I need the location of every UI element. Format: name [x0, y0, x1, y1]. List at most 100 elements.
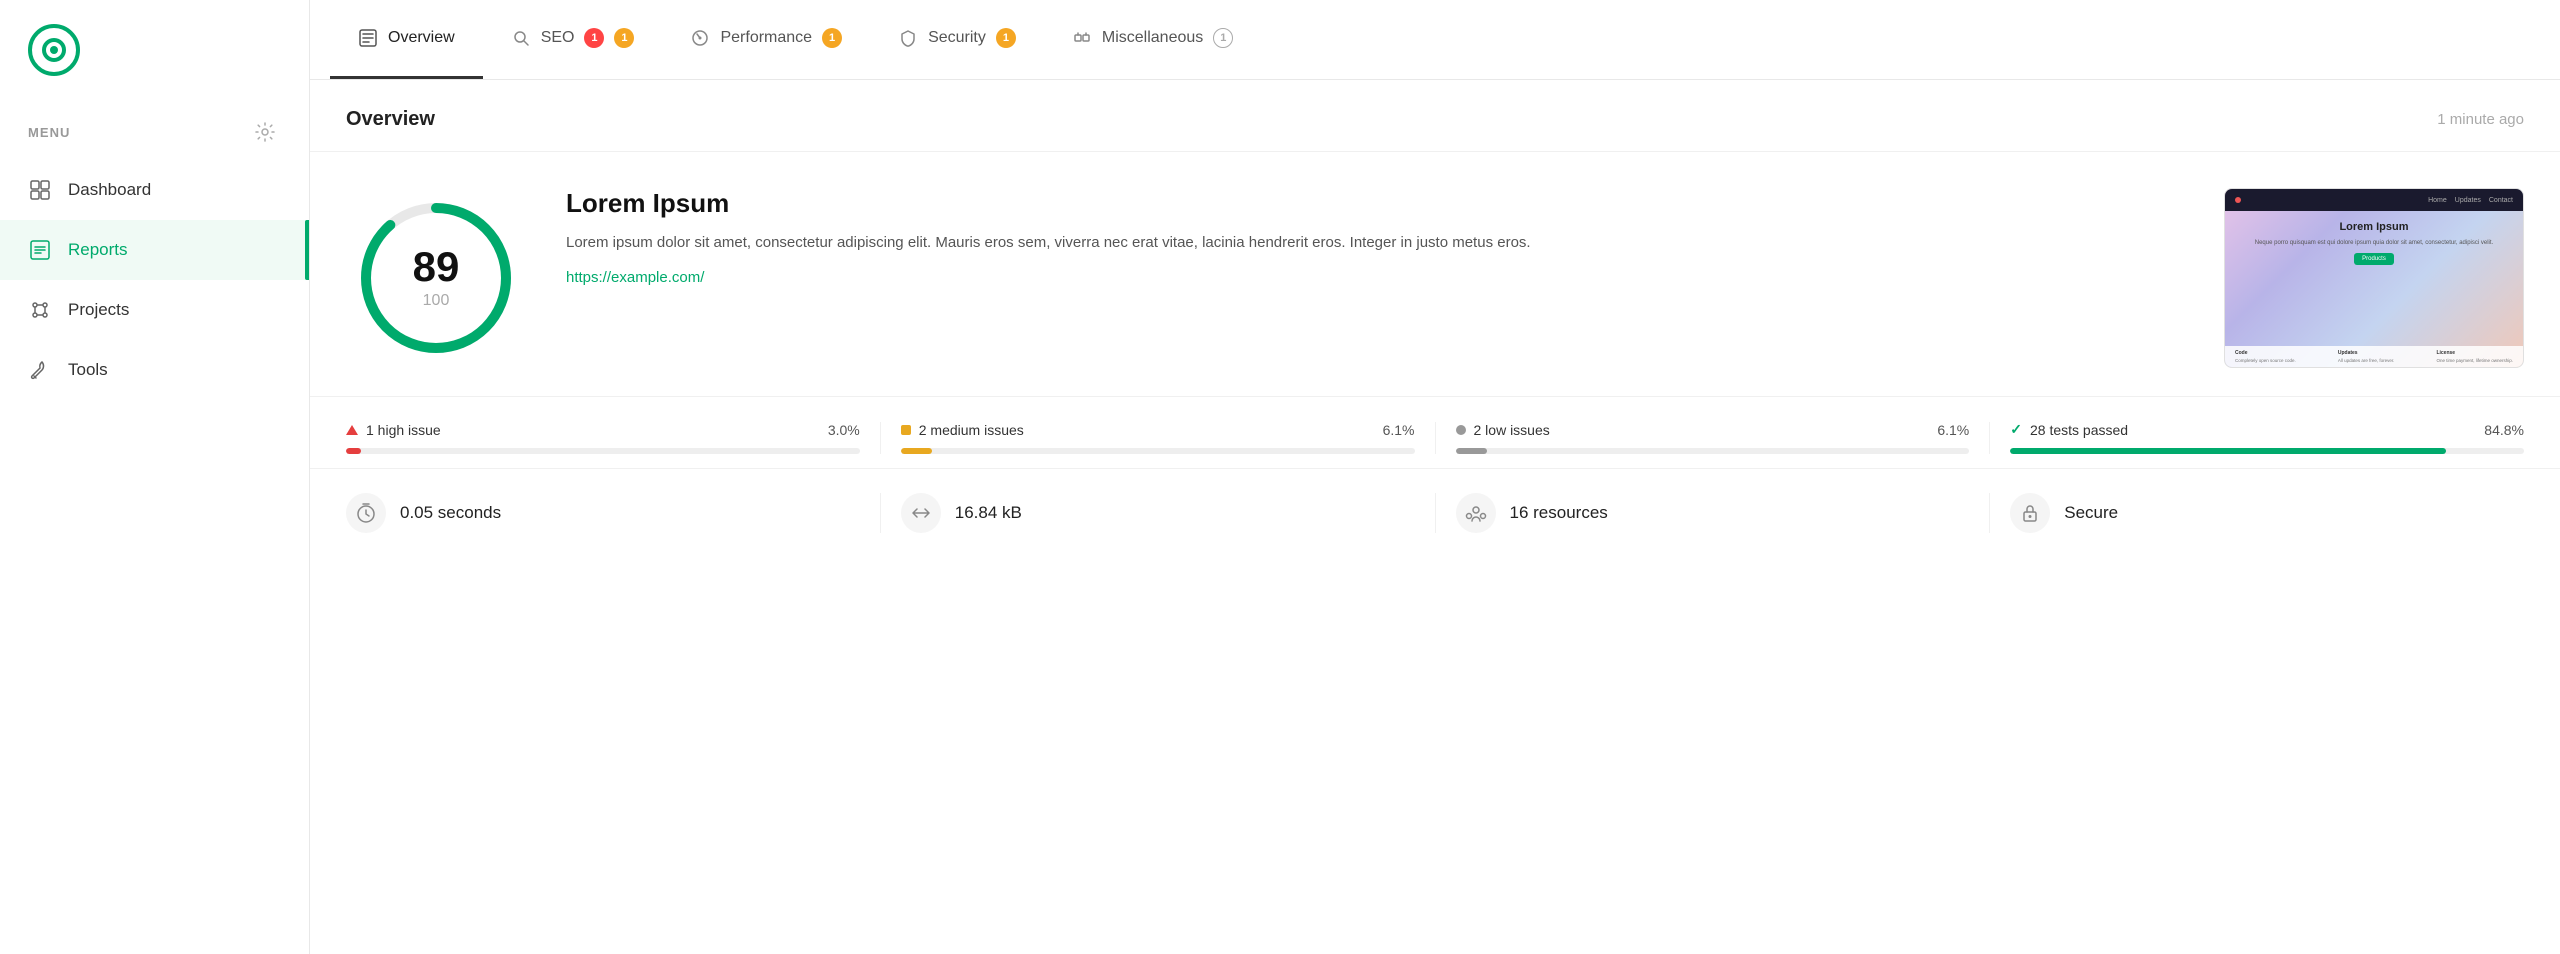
stat-size-value: 16.84 kB — [955, 503, 1022, 523]
issue-medium-text: 2 medium issues — [919, 422, 1024, 438]
preview-footer-updates: Updates All updates are free, forever. — [2338, 350, 2395, 363]
sidebar-item-reports-label: Reports — [68, 240, 128, 260]
issue-passed-pct: 84.8% — [2484, 422, 2524, 438]
sidebar: MENU Dashboard — [0, 0, 310, 954]
sidebar-item-projects[interactable]: Projects — [0, 280, 309, 340]
preview-topbar-links: HomeUpdatesContact — [2428, 197, 2513, 204]
preview-footer-license: License One time payment, lifetime owner… — [2436, 350, 2513, 363]
stats-row: 0.05 seconds 16.84 kB — [310, 469, 2560, 557]
overview-tab-icon — [358, 28, 378, 48]
stat-resources-value: 16 resources — [1510, 503, 1608, 523]
tab-overview[interactable]: Overview — [330, 0, 483, 79]
stat-resources-icon — [1456, 493, 1496, 533]
sidebar-item-tools[interactable]: Tools — [0, 340, 309, 400]
misc-tab-icon — [1072, 28, 1092, 48]
score-circle: 89 100 — [346, 188, 526, 368]
preview-footer-updates-desc: All updates are free, forever. — [2338, 358, 2395, 363]
issue-medium: 2 medium issues 6.1% — [901, 422, 1436, 454]
tools-icon — [28, 358, 52, 382]
low-issue-icon — [1456, 425, 1466, 435]
preview-inner: HomeUpdatesContact Lorem Ipsum Neque por… — [2225, 189, 2523, 367]
issue-low-bar-bg — [1456, 448, 1970, 454]
stat-security: Secure — [2010, 493, 2524, 533]
overview-title: Overview — [346, 108, 435, 131]
tab-seo-label: SEO — [541, 29, 575, 47]
issue-low: 2 low issues 6.1% — [1456, 422, 1991, 454]
content-area: Overview 1 minute ago 89 100 Lorem Ipsum… — [310, 80, 2560, 954]
stat-resources: 16 resources — [1456, 493, 1991, 533]
seo-badge-yellow: 1 — [614, 28, 634, 48]
tab-security[interactable]: Security 1 — [870, 0, 1044, 79]
score-value: 89 — [413, 246, 460, 288]
tab-overview-label: Overview — [388, 29, 455, 47]
sidebar-item-reports[interactable]: Reports — [0, 220, 309, 280]
score-card: 89 100 Lorem Ipsum Lorem ipsum dolor sit… — [310, 152, 2560, 397]
performance-badge: 1 — [822, 28, 842, 48]
tab-seo[interactable]: SEO 1 1 — [483, 0, 663, 79]
issue-passed-label: ✓ 28 tests passed — [2010, 421, 2128, 438]
menu-header: MENU — [0, 100, 309, 160]
reports-icon — [28, 238, 52, 262]
tab-miscellaneous[interactable]: Miscellaneous 1 — [1044, 0, 1261, 79]
stat-time-icon — [346, 493, 386, 533]
stat-security-icon — [2010, 493, 2050, 533]
preview-footer-code: Code Completely open source code. — [2235, 350, 2296, 363]
seo-tab-icon — [511, 28, 531, 48]
issue-passed-bar-bg — [2010, 448, 2524, 454]
stat-size-icon — [901, 493, 941, 533]
issue-low-top: 2 low issues 6.1% — [1456, 422, 1970, 438]
app-logo — [28, 24, 80, 76]
issue-high-top: 1 high issue 3.0% — [346, 422, 860, 438]
sidebar-nav: Dashboard Reports — [0, 160, 309, 400]
preview-footer: Code Completely open source code. Update… — [2225, 346, 2523, 367]
stat-time-value: 0.05 seconds — [400, 503, 501, 523]
tab-security-label: Security — [928, 29, 986, 47]
tab-performance[interactable]: Performance 1 — [662, 0, 870, 79]
issue-high-text: 1 high issue — [366, 422, 441, 438]
site-description: Lorem ipsum dolor sit amet, consectetur … — [566, 231, 2184, 255]
overview-timestamp: 1 minute ago — [2437, 111, 2524, 128]
medium-issue-icon — [901, 425, 911, 435]
site-name: Lorem Ipsum — [566, 188, 2184, 219]
issue-high-pct: 3.0% — [828, 422, 860, 438]
issue-low-text: 2 low issues — [1474, 422, 1550, 438]
stat-time: 0.05 seconds — [346, 493, 881, 533]
sidebar-item-dashboard-label: Dashboard — [68, 180, 151, 200]
site-info: Lorem Ipsum Lorem ipsum dolor sit amet, … — [566, 188, 2184, 287]
score-total: 100 — [413, 292, 460, 310]
logo-area — [0, 0, 309, 100]
dashboard-icon — [28, 178, 52, 202]
high-issue-icon — [346, 425, 358, 435]
tab-performance-label: Performance — [720, 29, 812, 47]
preview-footer-code-desc: Completely open source code. — [2235, 358, 2296, 363]
site-preview: HomeUpdatesContact Lorem Ipsum Neque por… — [2224, 188, 2524, 368]
tabs-bar: Overview SEO 1 1 Performanc — [310, 0, 2560, 80]
issue-medium-top: 2 medium issues 6.1% — [901, 422, 1415, 438]
preview-subtext: Neque porro quisquam est qui dolore ipsu… — [2255, 239, 2493, 247]
issue-high-bar-bg — [346, 448, 860, 454]
tab-misc-label: Miscellaneous — [1102, 29, 1203, 47]
preview-topbar: HomeUpdatesContact — [2225, 189, 2523, 211]
preview-footer-updates-label: Updates — [2338, 350, 2395, 356]
preview-headline: Lorem Ipsum — [2339, 221, 2408, 233]
menu-settings-icon[interactable] — [249, 116, 281, 148]
preview-body: Lorem Ipsum Neque porro quisquam est qui… — [2225, 211, 2523, 275]
preview-cta-btn: Products — [2354, 253, 2394, 265]
overview-header: Overview 1 minute ago — [310, 80, 2560, 152]
score-text: 89 100 — [413, 246, 460, 310]
issue-passed-top: ✓ 28 tests passed 84.8% — [2010, 421, 2524, 438]
issues-row: 1 high issue 3.0% 2 medium issues 6.1% — [310, 397, 2560, 469]
issue-medium-bar-bg — [901, 448, 1415, 454]
projects-icon — [28, 298, 52, 322]
sidebar-item-dashboard[interactable]: Dashboard — [0, 160, 309, 220]
passed-icon: ✓ — [2010, 421, 2022, 438]
issue-passed-bar-fill — [2010, 448, 2446, 454]
seo-badge-red: 1 — [584, 28, 604, 48]
issue-high-bar-fill — [346, 448, 361, 454]
menu-label: MENU — [28, 125, 70, 140]
issue-medium-pct: 6.1% — [1383, 422, 1415, 438]
issue-low-pct: 6.1% — [1937, 422, 1969, 438]
site-url[interactable]: https://example.com/ — [566, 269, 704, 286]
security-badge: 1 — [996, 28, 1016, 48]
security-tab-icon — [898, 28, 918, 48]
